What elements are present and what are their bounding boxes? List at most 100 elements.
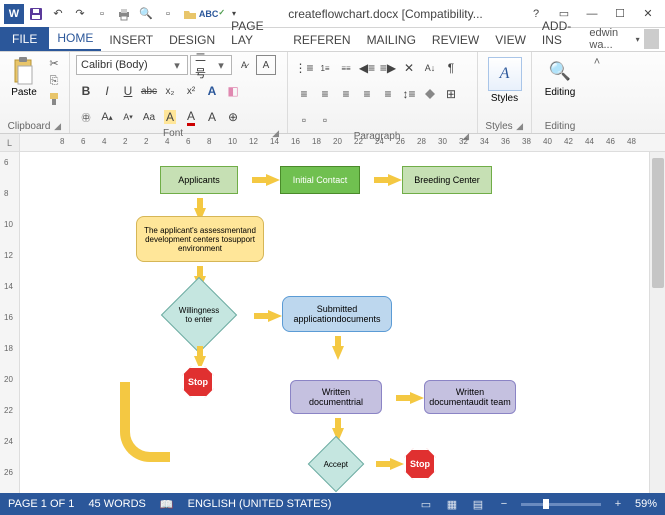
highlight-color-icon[interactable]: A: [160, 107, 180, 127]
web-layout-icon[interactable]: ▤: [469, 497, 487, 511]
increase-indent-icon[interactable]: ≡▶: [378, 58, 398, 78]
decrease-indent-icon[interactable]: ◀≡: [357, 58, 377, 78]
flowchart-accept[interactable]: Accept: [308, 436, 365, 493]
clear-formatting-icon[interactable]: A̷: [234, 55, 254, 75]
font-color-icon[interactable]: A: [181, 107, 201, 127]
format-painter-icon[interactable]: [45, 91, 63, 107]
change-case-button[interactable]: Aa: [139, 107, 159, 127]
text-effects-icon[interactable]: A: [202, 81, 222, 101]
editing-button[interactable]: 🔍 Editing: [541, 55, 580, 100]
font-name-combo[interactable]: Calibri (Body)▾: [76, 55, 188, 75]
status-words[interactable]: 45 WORDS: [88, 498, 145, 510]
flowchart-applicants[interactable]: Applicants: [160, 166, 238, 194]
character-border-icon[interactable]: A: [256, 55, 276, 75]
distributed-icon[interactable]: ≡: [378, 84, 398, 104]
save-icon[interactable]: [26, 4, 46, 24]
strikethrough-button[interactable]: abc: [139, 81, 159, 101]
multilevel-list-icon[interactable]: ≡≡: [336, 58, 356, 78]
justify-icon[interactable]: ≡: [357, 84, 377, 104]
status-page[interactable]: PAGE 1 OF 1: [8, 498, 74, 510]
quick-print-icon[interactable]: [114, 4, 134, 24]
document-canvas[interactable]: Applicants Initial Contact Breeding Cent…: [20, 152, 665, 493]
numbering-icon[interactable]: 1≡: [315, 58, 335, 78]
tab-pagelayout[interactable]: PAGE LAY: [223, 15, 285, 51]
new-doc-icon[interactable]: ▫: [158, 4, 178, 24]
flowchart-audit[interactable]: Written documentaudit team: [424, 380, 516, 414]
tab-mailing[interactable]: MAILING: [359, 29, 424, 51]
horizontal-ruler[interactable]: 8642246810121416182022242628303234363840…: [20, 134, 665, 151]
zoom-in-button[interactable]: +: [609, 497, 627, 511]
user-name[interactable]: edwin wa...: [589, 27, 631, 51]
eraser-icon[interactable]: ◧: [223, 81, 243, 101]
clipboard-launcher-icon[interactable]: ◢: [52, 121, 63, 132]
align-center-icon[interactable]: ≡: [315, 84, 335, 104]
zoom-level[interactable]: 59%: [635, 498, 657, 510]
bullets-icon[interactable]: ⋮≡: [294, 58, 314, 78]
open-icon[interactable]: [180, 4, 200, 24]
redo-icon[interactable]: ↷: [70, 4, 90, 24]
status-proofing-icon[interactable]: 📖: [160, 498, 174, 511]
tab-review[interactable]: REVIEW: [424, 29, 487, 51]
superscript-button[interactable]: x²: [181, 81, 201, 101]
grow-font-button[interactable]: A▴: [97, 107, 117, 127]
tab-insert[interactable]: INSERT: [101, 29, 161, 51]
styles-launcher-icon[interactable]: ◢: [514, 121, 525, 132]
arrow-icon: [268, 310, 282, 322]
qat-btn-4[interactable]: ▫: [92, 4, 112, 24]
subscript-button[interactable]: x₂: [160, 81, 180, 101]
line-spacing-icon[interactable]: ↕≡: [399, 84, 419, 104]
enclose-characters-icon[interactable]: ⊕: [223, 107, 243, 127]
flowchart-stop-2[interactable]: Stop: [404, 448, 436, 480]
tab-addins[interactable]: ADD-INS: [534, 15, 589, 51]
tab-file[interactable]: FILE: [0, 27, 49, 51]
tab-design[interactable]: DESIGN: [161, 29, 223, 51]
undo-icon[interactable]: ↶: [48, 4, 68, 24]
align-left-icon[interactable]: ≡: [294, 84, 314, 104]
flowchart-initial-contact[interactable]: Initial Contact: [280, 166, 360, 194]
flowchart-submitted[interactable]: Submitted applicationdocuments: [282, 296, 392, 332]
asian-layout-icon[interactable]: ✕: [399, 58, 419, 78]
paste-button[interactable]: Paste: [6, 55, 42, 100]
copy-icon[interactable]: ⎘: [45, 73, 63, 89]
show-hide-icon[interactable]: ¶: [441, 58, 461, 78]
bold-button[interactable]: B: [76, 81, 96, 101]
sort-icon[interactable]: A↓: [420, 58, 440, 78]
flowchart-assessment[interactable]: The applicant's assessmentand developmen…: [136, 216, 264, 262]
spellcheck-icon[interactable]: ABC✓: [202, 4, 222, 24]
vertical-scrollbar[interactable]: [649, 152, 665, 493]
flowchart-breeding-center[interactable]: Breeding Center: [402, 166, 492, 194]
flowchart-willingness[interactable]: Willingness to enter: [161, 277, 237, 353]
italic-button[interactable]: I: [97, 81, 117, 101]
collapse-ribbon-icon[interactable]: ˄: [588, 52, 606, 133]
print-preview-icon[interactable]: 🔍: [136, 4, 156, 24]
shrink-font-button[interactable]: A▾: [118, 107, 138, 127]
avatar[interactable]: [644, 29, 659, 49]
print-layout-icon[interactable]: ▦: [443, 497, 461, 511]
phonetic-guide-icon[interactable]: ㊥: [76, 107, 96, 127]
align-right-icon[interactable]: ≡: [336, 84, 356, 104]
scroll-thumb[interactable]: [652, 158, 664, 288]
font-size-combo[interactable]: 二号▾: [190, 55, 232, 75]
read-mode-icon[interactable]: ▭: [417, 497, 435, 511]
styles-button[interactable]: A Styles: [484, 55, 526, 106]
cut-icon[interactable]: ✂: [45, 55, 63, 71]
status-language[interactable]: ENGLISH (UNITED STATES): [188, 498, 332, 510]
close-icon[interactable]: ✕: [635, 4, 661, 24]
shading-icon[interactable]: [420, 84, 440, 104]
tab-view[interactable]: VIEW: [487, 29, 534, 51]
flowchart-trial[interactable]: Written documenttrial: [290, 380, 382, 414]
vertical-ruler[interactable]: 68101214161820222426: [0, 152, 20, 493]
borders-icon[interactable]: ⊞: [441, 84, 461, 104]
zoom-slider[interactable]: [521, 503, 601, 506]
tab-references[interactable]: REFEREN: [285, 29, 358, 51]
tab-home[interactable]: HOME: [49, 27, 101, 51]
window-title: createflowchart.docx [Compatibility...: [248, 7, 523, 21]
curve-arrow-icon: [120, 382, 170, 462]
flowchart-stop-1[interactable]: Stop: [182, 366, 214, 398]
zoom-out-button[interactable]: −: [495, 497, 513, 511]
para-btn-17[interactable]: ▫: [294, 110, 314, 130]
underline-button[interactable]: U: [118, 81, 138, 101]
maximize-icon[interactable]: ☐: [607, 4, 633, 24]
para-btn-18[interactable]: ▫: [315, 110, 335, 130]
character-shading-icon[interactable]: A: [202, 107, 222, 127]
